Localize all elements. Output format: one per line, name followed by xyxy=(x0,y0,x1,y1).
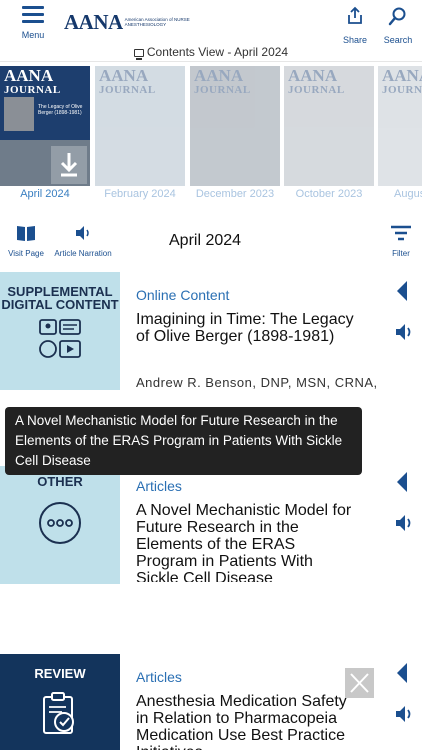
close-icon xyxy=(350,673,369,693)
issue-february-2024[interactable]: AANA JOURNAL February 2024 xyxy=(95,66,185,200)
article-section: Articles xyxy=(136,478,182,494)
search-icon xyxy=(388,7,406,26)
filter-icon xyxy=(391,225,411,241)
logo-text: AANA xyxy=(64,9,123,34)
monitor-icon xyxy=(133,49,144,60)
download-button[interactable] xyxy=(51,146,87,184)
article-thumbnail: REVIEW xyxy=(0,654,120,750)
issue-cover: AANAJOURNAL xyxy=(378,66,422,186)
contents-view-header: Contents View - April 2024 xyxy=(0,44,422,62)
clipboard-check-icon xyxy=(43,692,74,734)
visit-page-button[interactable]: Visit Page xyxy=(6,224,46,258)
speaker-icon[interactable] xyxy=(394,322,414,342)
article-section: Articles xyxy=(136,669,182,685)
download-icon xyxy=(60,153,78,177)
issue-cover: AANAJOURNAL xyxy=(95,66,185,186)
share-button[interactable]: Share xyxy=(340,6,370,45)
chevron-left-icon[interactable] xyxy=(395,280,409,302)
cover-subtitle: JOURNAL xyxy=(99,84,156,96)
article-title[interactable]: Anesthesia Medication Safety in Relation… xyxy=(136,693,358,750)
chevron-left-icon[interactable] xyxy=(395,471,409,493)
cover-subtitle: JOURNAL xyxy=(4,84,61,96)
cover-subtitle: JOURNAL xyxy=(194,84,251,96)
speaker-icon[interactable] xyxy=(394,513,414,533)
issue-label: February 2024 xyxy=(104,188,176,200)
article-item[interactable]: OTHER Articles A Novel Mechanistic Model… xyxy=(0,466,422,586)
issue-cover: AANAJOURNAL xyxy=(190,66,280,186)
more-icon xyxy=(39,502,81,544)
issue-december-2023[interactable]: AANA JOURNAL December 2023 xyxy=(190,66,280,200)
article-title[interactable]: A Novel Mechanistic Model for Future Res… xyxy=(136,502,358,582)
cover-subtitle: JOURNAL xyxy=(382,84,422,96)
article-item[interactable]: SUPPLEMENTAL DIGITAL CONTENT Online Cont… xyxy=(0,272,422,394)
issue-carousel[interactable]: AANA JOURNAL The Legacy of Olive Berger (… xyxy=(0,66,422,206)
issue-cover: AANA JOURNAL The Legacy of Olive Berger (… xyxy=(0,66,90,186)
article-thumbnail: SUPPLEMENTAL DIGITAL CONTENT xyxy=(0,272,120,390)
issue-august-2023[interactable]: AANAJOURNAL August 2023 xyxy=(378,66,422,200)
issue-toolbar: Visit Page Article Narration April 2024 … xyxy=(0,218,422,266)
close-button[interactable] xyxy=(345,668,374,698)
aana-logo: AANA American Association of NURSE ANEST… xyxy=(64,9,191,34)
top-bar: Menu AANA American Association of NURSE … xyxy=(0,0,422,45)
speaker-icon xyxy=(76,226,89,240)
issue-label: December 2023 xyxy=(195,188,275,200)
visit-page-label: Visit Page xyxy=(8,249,44,258)
title-tooltip: A Novel Mechanistic Model for Future Res… xyxy=(5,407,362,475)
article-narration-button[interactable]: Article Narration xyxy=(52,224,114,258)
article-narration-label: Article Narration xyxy=(54,249,112,258)
search-button[interactable]: Search xyxy=(383,6,413,45)
speaker-icon[interactable] xyxy=(394,704,414,724)
share-icon xyxy=(348,6,362,24)
issue-april-2024[interactable]: AANA JOURNAL The Legacy of Olive Berger (… xyxy=(0,66,90,200)
issue-label: October 2023 xyxy=(295,188,363,200)
thumbnail-label: REVIEW xyxy=(34,666,86,681)
filter-button[interactable]: Filter xyxy=(388,224,414,258)
menu-label: Menu xyxy=(21,30,45,40)
menu-button[interactable]: Menu xyxy=(18,6,48,42)
issue-cover: AANAJOURNAL xyxy=(284,66,374,186)
thumbnail-label-line2: DIGITAL CONTENT xyxy=(1,297,119,312)
hamburger-icon xyxy=(22,6,44,24)
article-thumbnail: OTHER xyxy=(0,466,120,584)
chevron-left-icon[interactable] xyxy=(395,662,409,684)
contents-view-label: Contents View - April 2024 xyxy=(146,45,289,59)
issue-label: August 2023 xyxy=(394,188,422,200)
cover-subtitle: JOURNAL xyxy=(288,84,345,96)
article-section: Online Content xyxy=(136,287,230,303)
thumbnail-label: OTHER xyxy=(37,474,83,489)
issue-october-2023[interactable]: AANA JOURNAL October 2023 xyxy=(284,66,374,200)
logo-subtitle: American Association of NURSE ANESTHESIO… xyxy=(124,17,190,27)
issue-title: April 2024 xyxy=(169,232,242,249)
cover-text: The Legacy of Olive Berger (1898-1981) xyxy=(38,104,83,116)
issue-label: April 2024 xyxy=(20,188,70,200)
filter-label: Filter xyxy=(392,249,410,258)
cover-photo xyxy=(4,97,34,131)
article-authors: Andrew R. Benson, DNP, MSN, CRNA, xyxy=(136,375,378,390)
article-title[interactable]: Imagining in Time: The Legacy of Olive B… xyxy=(136,311,358,365)
book-icon xyxy=(17,226,35,241)
media-content-icon xyxy=(39,319,81,358)
